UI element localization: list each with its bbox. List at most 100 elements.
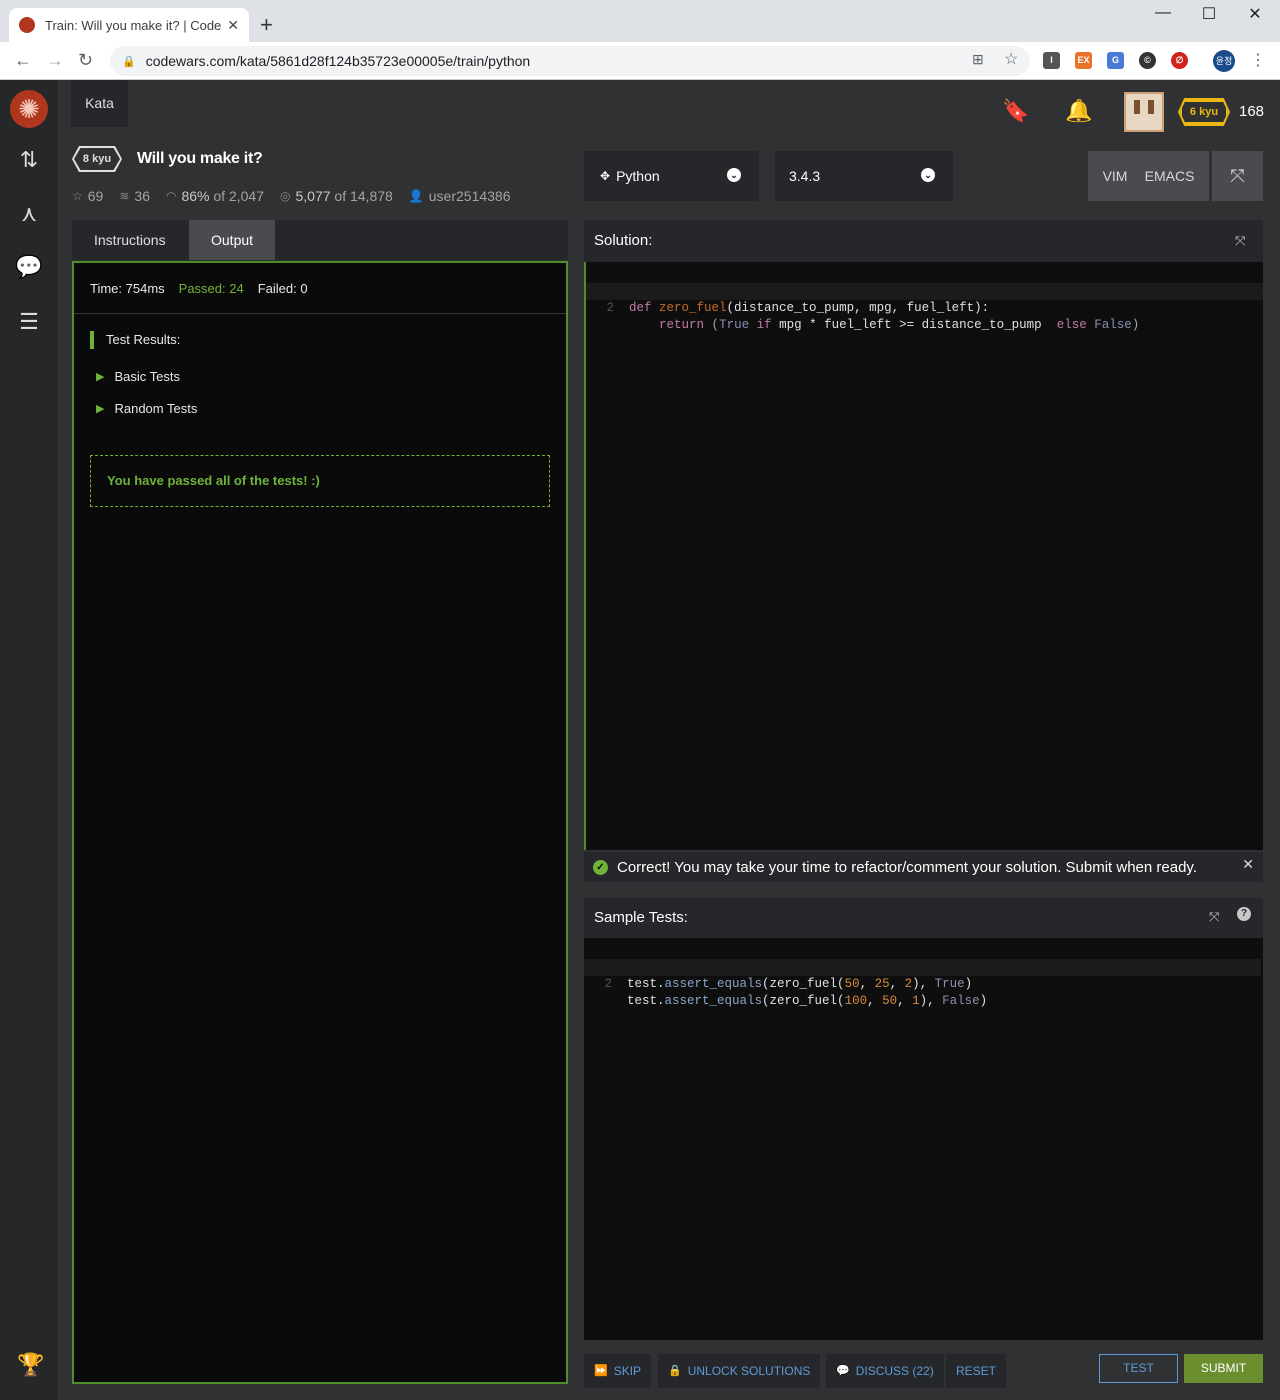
bookmark-star-icon[interactable]: ☆ — [1004, 49, 1018, 69]
help-icon[interactable]: ? — [1237, 907, 1251, 921]
test-group-label: Random Tests — [114, 401, 198, 416]
failed-count: Failed: 0 — [257, 280, 308, 296]
unlock-solutions-button[interactable]: 🔒 UNLOCK SOLUTIONS — [658, 1354, 821, 1388]
completed-stat: ◎ 5,077 of 14,878 — [280, 188, 393, 204]
browser-tab[interactable]: Train: Will you make it? | Codew ✕ — [9, 8, 249, 42]
user-honor[interactable]: 168 — [1239, 103, 1264, 120]
solution-editor[interactable]: 1 def zero_fuel(distance_to_pump, mpg, f… — [584, 262, 1263, 850]
minimize-icon[interactable]: — — [1140, 4, 1186, 22]
satisfaction-stat: ◠ 86% of 2,047 — [166, 188, 264, 204]
collections-stack-icon: ≋ — [119, 189, 130, 203]
reset-label: RESET — [956, 1364, 997, 1378]
browser-toolbar: ← → ↻ 🔒 codewars.com/kata/5861d28f124b35… — [0, 42, 1280, 80]
discuss-chat-icon[interactable]: 💬 — [14, 252, 44, 282]
notifications-bell-icon[interactable]: 🔔 — [1065, 98, 1092, 124]
test-group-basic[interactable]: ▶ Basic Tests — [96, 369, 180, 384]
close-window-icon[interactable]: ✕ — [1232, 4, 1278, 24]
sample-tests-editor[interactable]: 1 test.assert_equals(zero_fuel(50, 25, 2… — [584, 938, 1263, 1340]
lock-icon: 🔒 — [668, 1365, 682, 1377]
url-text: codewars.com/kata/5861d28f124b35723e0000… — [145, 53, 531, 69]
completed-count: 5,077 — [295, 188, 331, 204]
profile-avatar[interactable]: 윤정 — [1213, 50, 1235, 72]
output-summary: Time: 754ms Passed: 24 Failed: 0 — [74, 263, 566, 314]
submit-button[interactable]: SUBMIT — [1184, 1354, 1263, 1383]
comments-icon: 💬 — [836, 1365, 850, 1377]
code-line: 1 def zero_fuel(distance_to_pump, mpg, f… — [586, 266, 1263, 315]
test-group-random[interactable]: ▶ Random Tests — [96, 401, 197, 416]
tab-strip: Train: Will you make it? | Codew ✕ + — ☐… — [0, 0, 1280, 42]
breadcrumb-kata[interactable]: Kata — [71, 80, 128, 127]
passed-count: Passed: 24 — [178, 280, 244, 296]
code-line: 1 test.assert_equals(zero_fuel(50, 25, 2… — [584, 942, 1261, 991]
bookmark-icon[interactable]: 🔖 — [1002, 98, 1029, 124]
fullscreen-expand-icon[interactable]: ⤧ — [1212, 151, 1263, 201]
test-button[interactable]: TEST — [1099, 1354, 1178, 1383]
editor-mode-group: VIM EMACS — [1088, 151, 1209, 201]
address-bar[interactable]: 🔒 codewars.com/kata/5861d28f124b35723e00… — [110, 46, 1030, 76]
version-select[interactable]: 3.4.3 ⌄ — [775, 151, 953, 201]
sample-expand-icon[interactable]: ⤧ — [1209, 909, 1219, 925]
practice-fork-icon[interactable]: ⋏ — [14, 199, 44, 229]
discuss-label: DISCUSS (22) — [855, 1364, 934, 1378]
training-icon[interactable]: ⇅ — [14, 145, 44, 175]
check-circle-icon: ✓ — [593, 859, 608, 875]
test-group-label: Basic Tests — [114, 369, 180, 384]
docs-document-icon[interactable]: ☰ — [14, 307, 44, 337]
line-number: 2 — [604, 977, 612, 991]
leaderboard-trophy-icon[interactable]: 🏆 — [17, 1352, 44, 1378]
close-icon[interactable]: ✕ — [1242, 856, 1254, 873]
completed-total: of 14,878 — [334, 188, 393, 204]
stars-count: 69 — [87, 188, 104, 204]
solution-expand-icon[interactable]: ⤧ — [1235, 233, 1245, 249]
emacs-mode-button[interactable]: EMACS — [1145, 168, 1195, 184]
kata-stats: ☆ 69 ≋ 36 ◠ 86% of 2,047 ◎ 5,077 of 14,878 👤… — [72, 188, 527, 204]
kata-rank-label: 8 kyu — [74, 148, 120, 170]
success-banner: ✓ Correct! You may take your time to ref… — [584, 852, 1263, 882]
reload-icon[interactable]: ↻ — [78, 50, 93, 71]
code-text: def zero_fuel(distance_to_pump, mpg, fue… — [629, 301, 990, 315]
user-rank-badge[interactable]: 6 kyu — [1180, 100, 1228, 124]
forward-arrow-icon[interactable]: → — [46, 50, 64, 71]
author-stat[interactable]: 👤 user2514386 — [409, 188, 511, 204]
collections-count: 36 — [134, 188, 150, 204]
extension-circle-icon[interactable]: © — [1139, 52, 1156, 69]
line-number: 2 — [606, 301, 614, 315]
chevron-down-icon: ⌄ — [727, 168, 741, 182]
stars-stat[interactable]: ☆ 69 — [72, 188, 103, 204]
language-select[interactable]: ✥ Python ⌄ — [584, 151, 759, 201]
author-name: user2514386 — [428, 188, 511, 204]
version-value: 3.4.3 — [789, 168, 821, 184]
close-tab-icon[interactable]: ✕ — [227, 17, 239, 34]
vim-mode-button[interactable]: VIM — [1103, 168, 1128, 184]
action-bar: ⏩ SKIP 🔒 UNLOCK SOLUTIONS 💬 DISCUSS (22) RE… — [584, 1354, 1263, 1388]
translate-icon[interactable]: ⊞ — [972, 51, 984, 68]
skip-label: SKIP — [613, 1364, 642, 1378]
user-avatar[interactable] — [1124, 92, 1164, 132]
extension-red-icon[interactable]: ∅ — [1171, 52, 1188, 69]
expand-triangle-icon: ▶ — [96, 403, 105, 415]
reset-button[interactable]: RESET — [946, 1354, 1007, 1388]
browser-menu-icon[interactable]: ⋮ — [1250, 50, 1266, 70]
tab-title: Train: Will you make it? | Codew — [45, 17, 222, 33]
tab-output[interactable]: Output — [189, 220, 276, 260]
new-tab-icon[interactable]: + — [260, 12, 273, 38]
google-translate-extension-icon[interactable]: G — [1107, 52, 1124, 69]
code-text: test.assert_equals(zero_fuel(100, 50, 1)… — [627, 994, 988, 1008]
fast-forward-icon: ⏩ — [594, 1365, 608, 1377]
extension-ex-icon[interactable]: EX — [1075, 52, 1092, 69]
python-icon: ✥ — [600, 169, 611, 183]
code-line: 2 return (True if mpg * fuel_left >= dis… — [586, 283, 1263, 332]
sample-tests-heading: Sample Tests: — [594, 909, 688, 926]
codewars-logo-icon[interactable]: ✺ — [10, 90, 48, 128]
discuss-button[interactable]: 💬 DISCUSS (22) — [826, 1354, 944, 1388]
skip-button[interactable]: ⏩ SKIP — [584, 1354, 652, 1388]
code-text: return (True if mpg * fuel_left >= dista… — [659, 318, 1140, 332]
extension-i-icon[interactable]: I — [1043, 52, 1060, 69]
sample-tests-header: Sample Tests: — [584, 898, 1263, 938]
maximize-icon[interactable]: ☐ — [1186, 4, 1232, 24]
tab-instructions[interactable]: Instructions — [72, 220, 188, 260]
kata-title: Will you make it? — [137, 150, 263, 167]
side-navigation: ✺ ⇅ ⋏ 💬 ☰ 🏆 — [0, 80, 58, 1400]
collections-stat[interactable]: ≋ 36 — [119, 188, 150, 204]
back-arrow-icon[interactable]: ← — [14, 50, 32, 71]
